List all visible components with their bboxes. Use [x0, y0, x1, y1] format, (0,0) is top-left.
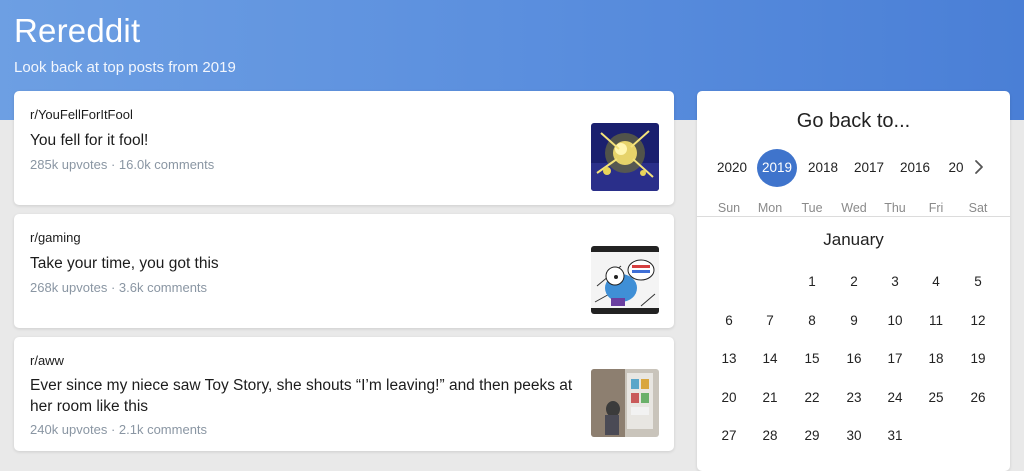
calendar-day[interactable]: 16: [834, 344, 874, 374]
calendar-divider: [697, 216, 1010, 217]
post-card[interactable]: r/gaming Take your time, you got this 26…: [14, 214, 674, 328]
calendar-day[interactable]: 27: [709, 421, 749, 451]
calendar-day[interactable]: 24: [875, 383, 915, 413]
calendar-day[interactable]: 11: [916, 306, 956, 336]
calendar-day[interactable]: 6: [709, 306, 749, 336]
child-at-doorway-photo: [591, 369, 659, 437]
post-title[interactable]: You fell for it fool!: [30, 130, 578, 151]
post-subreddit[interactable]: r/YouFellForItFool: [30, 107, 133, 122]
calendar-day[interactable]: 12: [958, 306, 998, 336]
calendar-day[interactable]: 10: [875, 306, 915, 336]
calendar-day[interactable]: 22: [792, 383, 832, 413]
post-thumbnail[interactable]: [591, 123, 659, 191]
calendar-day[interactable]: 31: [875, 421, 915, 451]
calendar-day[interactable]: 2: [834, 267, 874, 297]
calendar-day[interactable]: 29: [792, 421, 832, 451]
calendar-day[interactable]: 5: [958, 267, 998, 297]
app-subtitle: Look back at top posts from 2019: [14, 59, 236, 76]
post-meta: 285k upvotes · 16.0k comments: [30, 157, 215, 172]
calendar-day[interactable]: 7: [750, 306, 790, 336]
year-option-2018[interactable]: 2018: [803, 149, 843, 187]
post-subreddit[interactable]: r/aww: [30, 353, 64, 368]
calendar-day[interactable]: 20: [709, 383, 749, 413]
calendar-heading: Go back to...: [796, 110, 911, 132]
post-thumbnail[interactable]: [591, 246, 659, 314]
post-subreddit[interactable]: r/gaming: [30, 230, 81, 245]
calendar-day[interactable]: 30: [834, 421, 874, 451]
calendar-day[interactable]: 28: [750, 421, 790, 451]
calendar-day[interactable]: 23: [834, 383, 874, 413]
post-card[interactable]: r/YouFellForItFool You fell for it fool!…: [14, 91, 674, 205]
calendar-day[interactable]: 26: [958, 383, 998, 413]
calendar-day[interactable]: 18: [916, 344, 956, 374]
year-option-2017[interactable]: 2017: [849, 149, 889, 187]
post-meta: 240k upvotes · 2.1k comments: [30, 422, 208, 437]
calendar-day[interactable]: 19: [958, 344, 998, 374]
chevron-right-icon[interactable]: [969, 157, 989, 177]
calendar-day[interactable]: 8: [792, 306, 832, 336]
calendar-day[interactable]: 1: [792, 267, 832, 297]
calendar-day[interactable]: 14: [750, 344, 790, 374]
post-meta: 268k upvotes · 3.6k comments: [30, 280, 208, 295]
post-card[interactable]: r/aww Ever since my niece saw Toy Story,…: [14, 337, 674, 451]
calendar-day[interactable]: 15: [792, 344, 832, 374]
post-title[interactable]: Ever since my niece saw Toy Story, she s…: [30, 375, 578, 417]
post-thumbnail[interactable]: [591, 369, 659, 437]
calendar-day[interactable]: 9: [834, 306, 874, 336]
weekday-label: Sun: [717, 201, 741, 215]
post-title[interactable]: Take your time, you got this: [30, 253, 578, 274]
weekday-label: Mon: [757, 201, 783, 215]
weekday-label: Thu: [884, 201, 906, 215]
calendar-day[interactable]: 25: [916, 383, 956, 413]
calendar-day[interactable]: 21: [750, 383, 790, 413]
weekday-label: Sat: [968, 201, 988, 215]
year-option-2016[interactable]: 2016: [895, 149, 935, 187]
calendar-day[interactable]: 3: [875, 267, 915, 297]
month-name: January: [823, 230, 884, 249]
weekday-label: Tue: [801, 201, 823, 215]
calendar-day[interactable]: 13: [709, 344, 749, 374]
cartoon-character-press-button-image: [591, 246, 659, 314]
year-option-2020[interactable]: 2020: [712, 149, 752, 187]
calendar-day[interactable]: 4: [916, 267, 956, 297]
date-picker-panel: Go back to... 2020 2019 2018 2017 2016 2…: [697, 91, 1010, 471]
calendar-day[interactable]: 17: [875, 344, 915, 374]
year-option-2019-selected[interactable]: 2019: [757, 149, 797, 187]
weekday-label: Fri: [928, 201, 944, 215]
app-title: Rereddit: [14, 12, 141, 49]
weekday-label: Wed: [841, 201, 867, 215]
glowing-explosion-image: [591, 123, 659, 191]
